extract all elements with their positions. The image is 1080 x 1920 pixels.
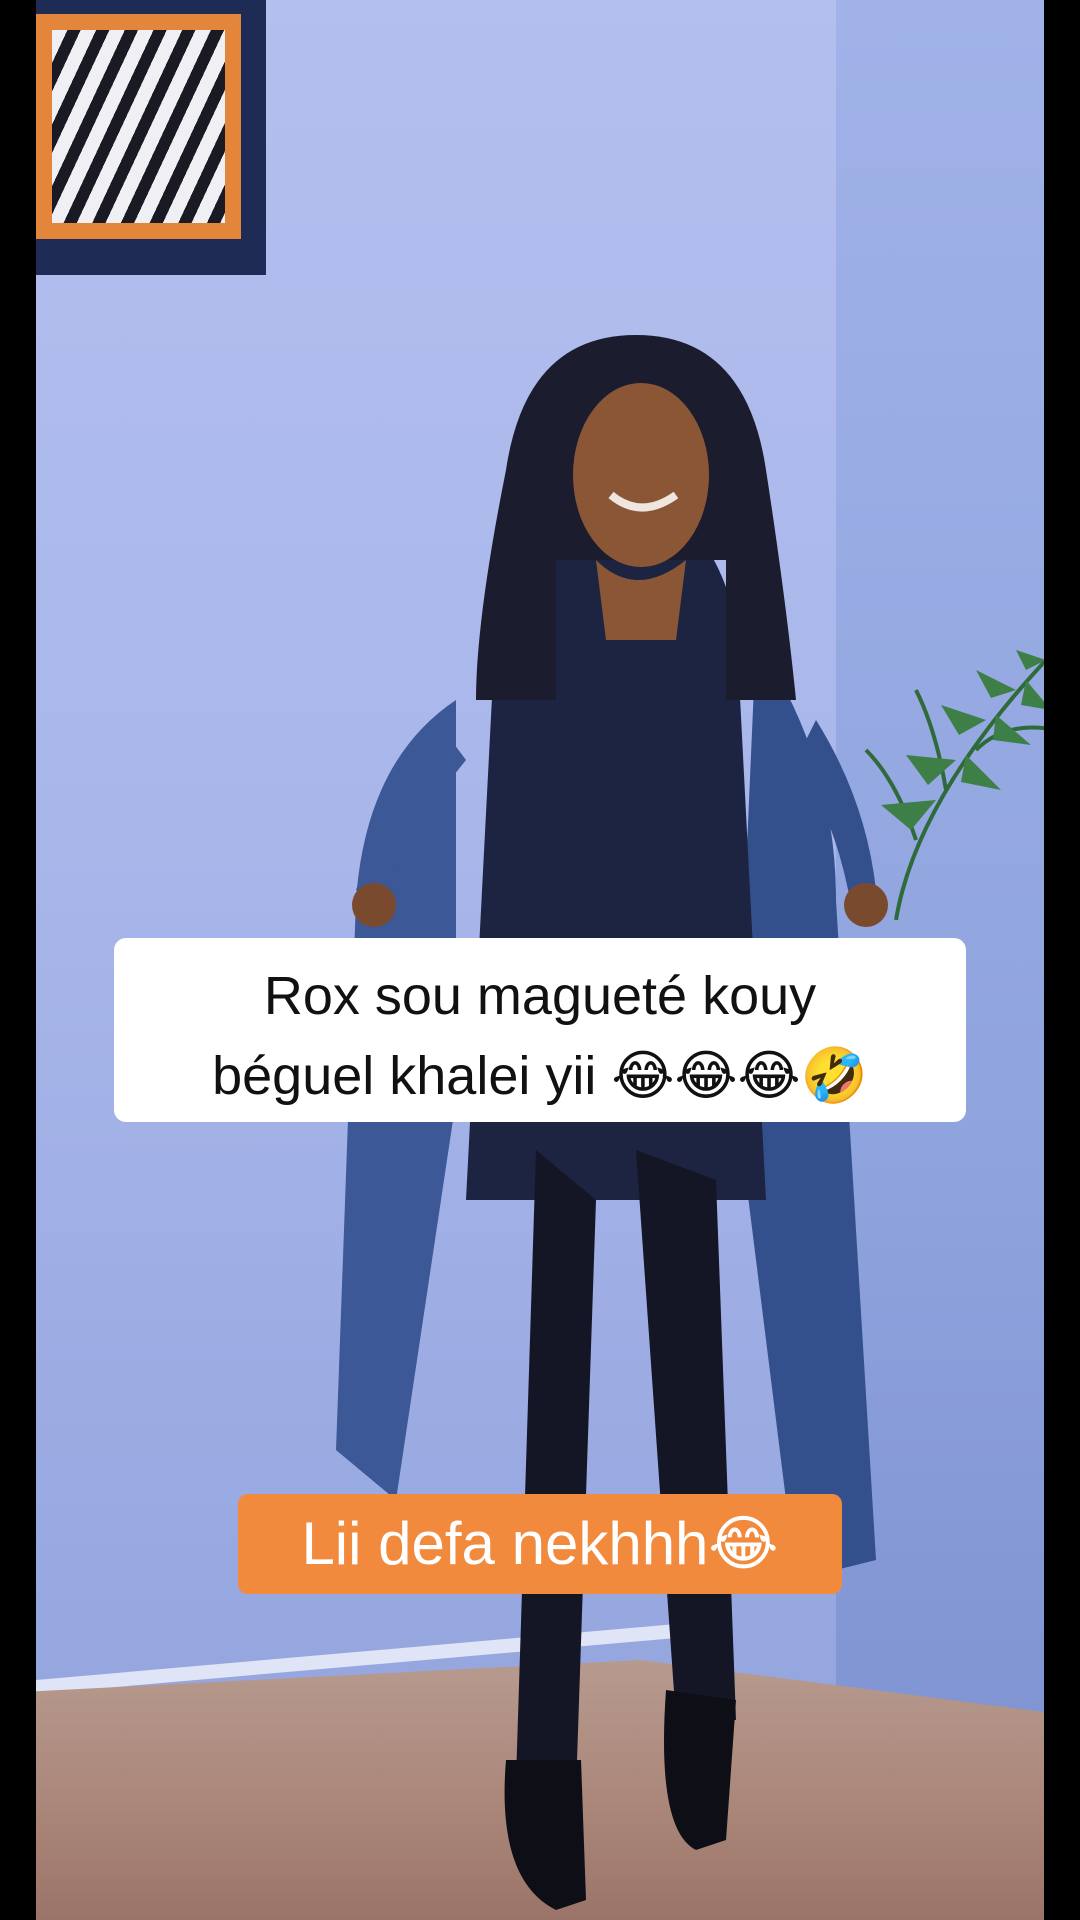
video-frame[interactable]: Rox sou magueté kouy béguel khalei yii 😂…: [0, 0, 1080, 1920]
video-caption: Rox sou magueté kouy béguel khalei yii 😂…: [114, 938, 966, 1122]
text-sticker: Lii defa nekhhh😂: [238, 1494, 842, 1594]
caption-line: béguel khalei yii 😂😂😂🤣: [212, 1046, 868, 1106]
caption-line: Rox sou magueté kouy: [263, 966, 817, 1026]
